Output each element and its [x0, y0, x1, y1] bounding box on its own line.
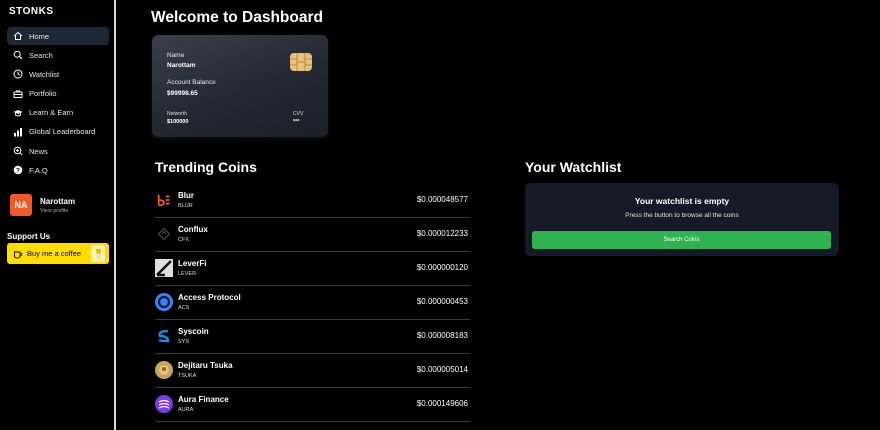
coin-row-leverfi[interactable]: LeverFi LEVER $0.000000120: [155, 252, 470, 286]
watchlist-heading: Your Watchlist: [525, 159, 622, 175]
coin-row-access-protocol[interactable]: Access Protocol ACS $0.000000453: [155, 286, 470, 320]
blur-logo-icon: [155, 191, 173, 209]
sidebar-item-leaderboard[interactable]: Global Leaderboard: [7, 123, 109, 141]
avatar: NA: [10, 194, 32, 216]
clock-icon: [13, 69, 23, 79]
coin-name: Syscoin: [178, 327, 209, 336]
bar-chart-icon: [13, 127, 23, 137]
coin-symbol: CFX: [178, 237, 189, 243]
sidebar-item-news[interactable]: News: [7, 142, 109, 160]
coin-name: Conflux: [178, 225, 208, 234]
card-chip-icon: [290, 53, 312, 71]
coin-row-conflux[interactable]: Conflux CFX $0.000012233: [155, 218, 470, 252]
watchlist-empty-title: Your watchlist is empty: [634, 196, 730, 206]
coin-name: Blur: [178, 191, 194, 200]
card-cvv-value: ***: [293, 119, 300, 125]
brand-logo[interactable]: STONKS: [9, 6, 54, 17]
leverfi-logo-icon: [155, 259, 173, 277]
syscoin-logo-icon: [155, 327, 173, 345]
home-icon: [13, 31, 23, 41]
coin-symbol: BLUR: [178, 203, 193, 209]
view-profile-link[interactable]: View profile: [40, 208, 75, 214]
conflux-logo-icon: [155, 225, 173, 243]
watchlist-empty-subtitle: Press the button to browse all the coins: [625, 212, 739, 219]
coin-row-aura-finance[interactable]: Aura Finance AURA $0.000149606: [155, 388, 470, 422]
coin-price: $0.000000120: [416, 263, 468, 272]
coin-price: $0.000048577: [416, 195, 468, 204]
profile-name: Narottam: [40, 196, 76, 206]
sidebar-item-label: Watchlist: [29, 69, 60, 79]
coin-price: $0.000005014: [416, 365, 468, 374]
sidebar-item-faq[interactable]: ? F.A.Q: [7, 161, 109, 179]
tsuka-logo-icon: [155, 361, 173, 379]
briefcase-icon: [13, 89, 23, 99]
coin-symbol: AURA: [178, 407, 194, 413]
newspaper-icon: [13, 146, 23, 156]
trending-coins-list: Blur BLUR $0.000048577 Conflux CFX $0.00…: [155, 184, 470, 422]
coffee-cup-icon: [13, 249, 23, 259]
coffee-label: Buy me a coffee: [27, 249, 82, 258]
coin-price: $0.000000453: [416, 297, 468, 306]
card-networth-value: $100000: [167, 119, 189, 125]
coin-price: $0.000012233: [416, 229, 468, 238]
coin-symbol: LEVER: [178, 271, 197, 277]
page-title: Welcome to Dashboard: [151, 9, 323, 26]
card-name-label: Name: [167, 52, 185, 59]
buy-me-coffee-button[interactable]: Buy me a coffee: [7, 243, 109, 264]
search-icon: [13, 50, 23, 60]
coin-name: Aura Finance: [178, 395, 229, 404]
user-profile[interactable]: NA Narottam View profile: [10, 194, 75, 216]
question-icon: ?: [13, 165, 23, 175]
coin-symbol: ACS: [178, 305, 190, 311]
sidebar-item-watchlist[interactable]: Watchlist: [7, 65, 109, 83]
sidebar-item-label: News: [29, 146, 48, 156]
sidebar-item-home[interactable]: Home: [7, 27, 109, 45]
card-balance-label: Account Balance: [167, 79, 216, 86]
aura-logo-icon: [155, 395, 173, 413]
card-name-value: Narottam: [167, 62, 196, 69]
coin-name: LeverFi: [178, 259, 207, 268]
graduation-cap-icon: [13, 108, 23, 118]
search-coins-button[interactable]: Search Coins: [532, 231, 831, 249]
sidebar-item-label: F.A.Q: [29, 165, 48, 175]
account-card: Name Narottam Account Balance $99998.65 …: [152, 35, 328, 137]
watchlist-panel: Your watchlist is empty Press the button…: [525, 183, 839, 256]
card-networth-label: Networth: [167, 111, 188, 117]
sidebar-item-learn-earn[interactable]: Learn & Earn: [7, 104, 109, 122]
coin-row-dejitaru-tsuka[interactable]: Dejitaru Tsuka TSUKA $0.000005014: [155, 354, 470, 388]
coin-name: Dejitaru Tsuka: [178, 361, 233, 370]
sidebar-nav: Home Search Watchlist Portfolio Learn & …: [7, 27, 109, 181]
support-heading: Support Us: [7, 232, 51, 241]
sidebar-item-label: Search: [29, 50, 53, 60]
card-balance-value: $99998.65: [167, 90, 198, 97]
coffee-brand-icon: [91, 245, 105, 262]
coin-symbol: TSUKA: [178, 373, 197, 379]
sidebar-item-label: Portfolio: [29, 89, 57, 99]
trending-coins-heading: Trending Coins: [155, 159, 257, 175]
sidebar-item-label: Global Leaderboard: [29, 127, 96, 137]
coin-symbol: SYS: [178, 339, 190, 345]
coin-price: $0.000008183: [416, 331, 468, 340]
sidebar-item-label: Learn & Earn: [29, 108, 74, 118]
card-cvv-label: CVV: [293, 111, 304, 117]
svg-text:?: ?: [16, 168, 20, 175]
sidebar-item-label: Home: [29, 31, 50, 41]
sidebar-item-portfolio[interactable]: Portfolio: [7, 85, 109, 103]
coin-row-blur[interactable]: Blur BLUR $0.000048577: [155, 184, 470, 218]
coin-name: Access Protocol: [178, 293, 241, 302]
sidebar: STONKS Home Search Watchlist Portfolio L…: [0, 0, 116, 430]
access-protocol-logo-icon: [155, 293, 173, 311]
sidebar-item-search[interactable]: Search: [7, 46, 109, 64]
coin-row-syscoin[interactable]: Syscoin SYS $0.000008183: [155, 320, 470, 354]
coin-price: $0.000149606: [416, 399, 468, 408]
